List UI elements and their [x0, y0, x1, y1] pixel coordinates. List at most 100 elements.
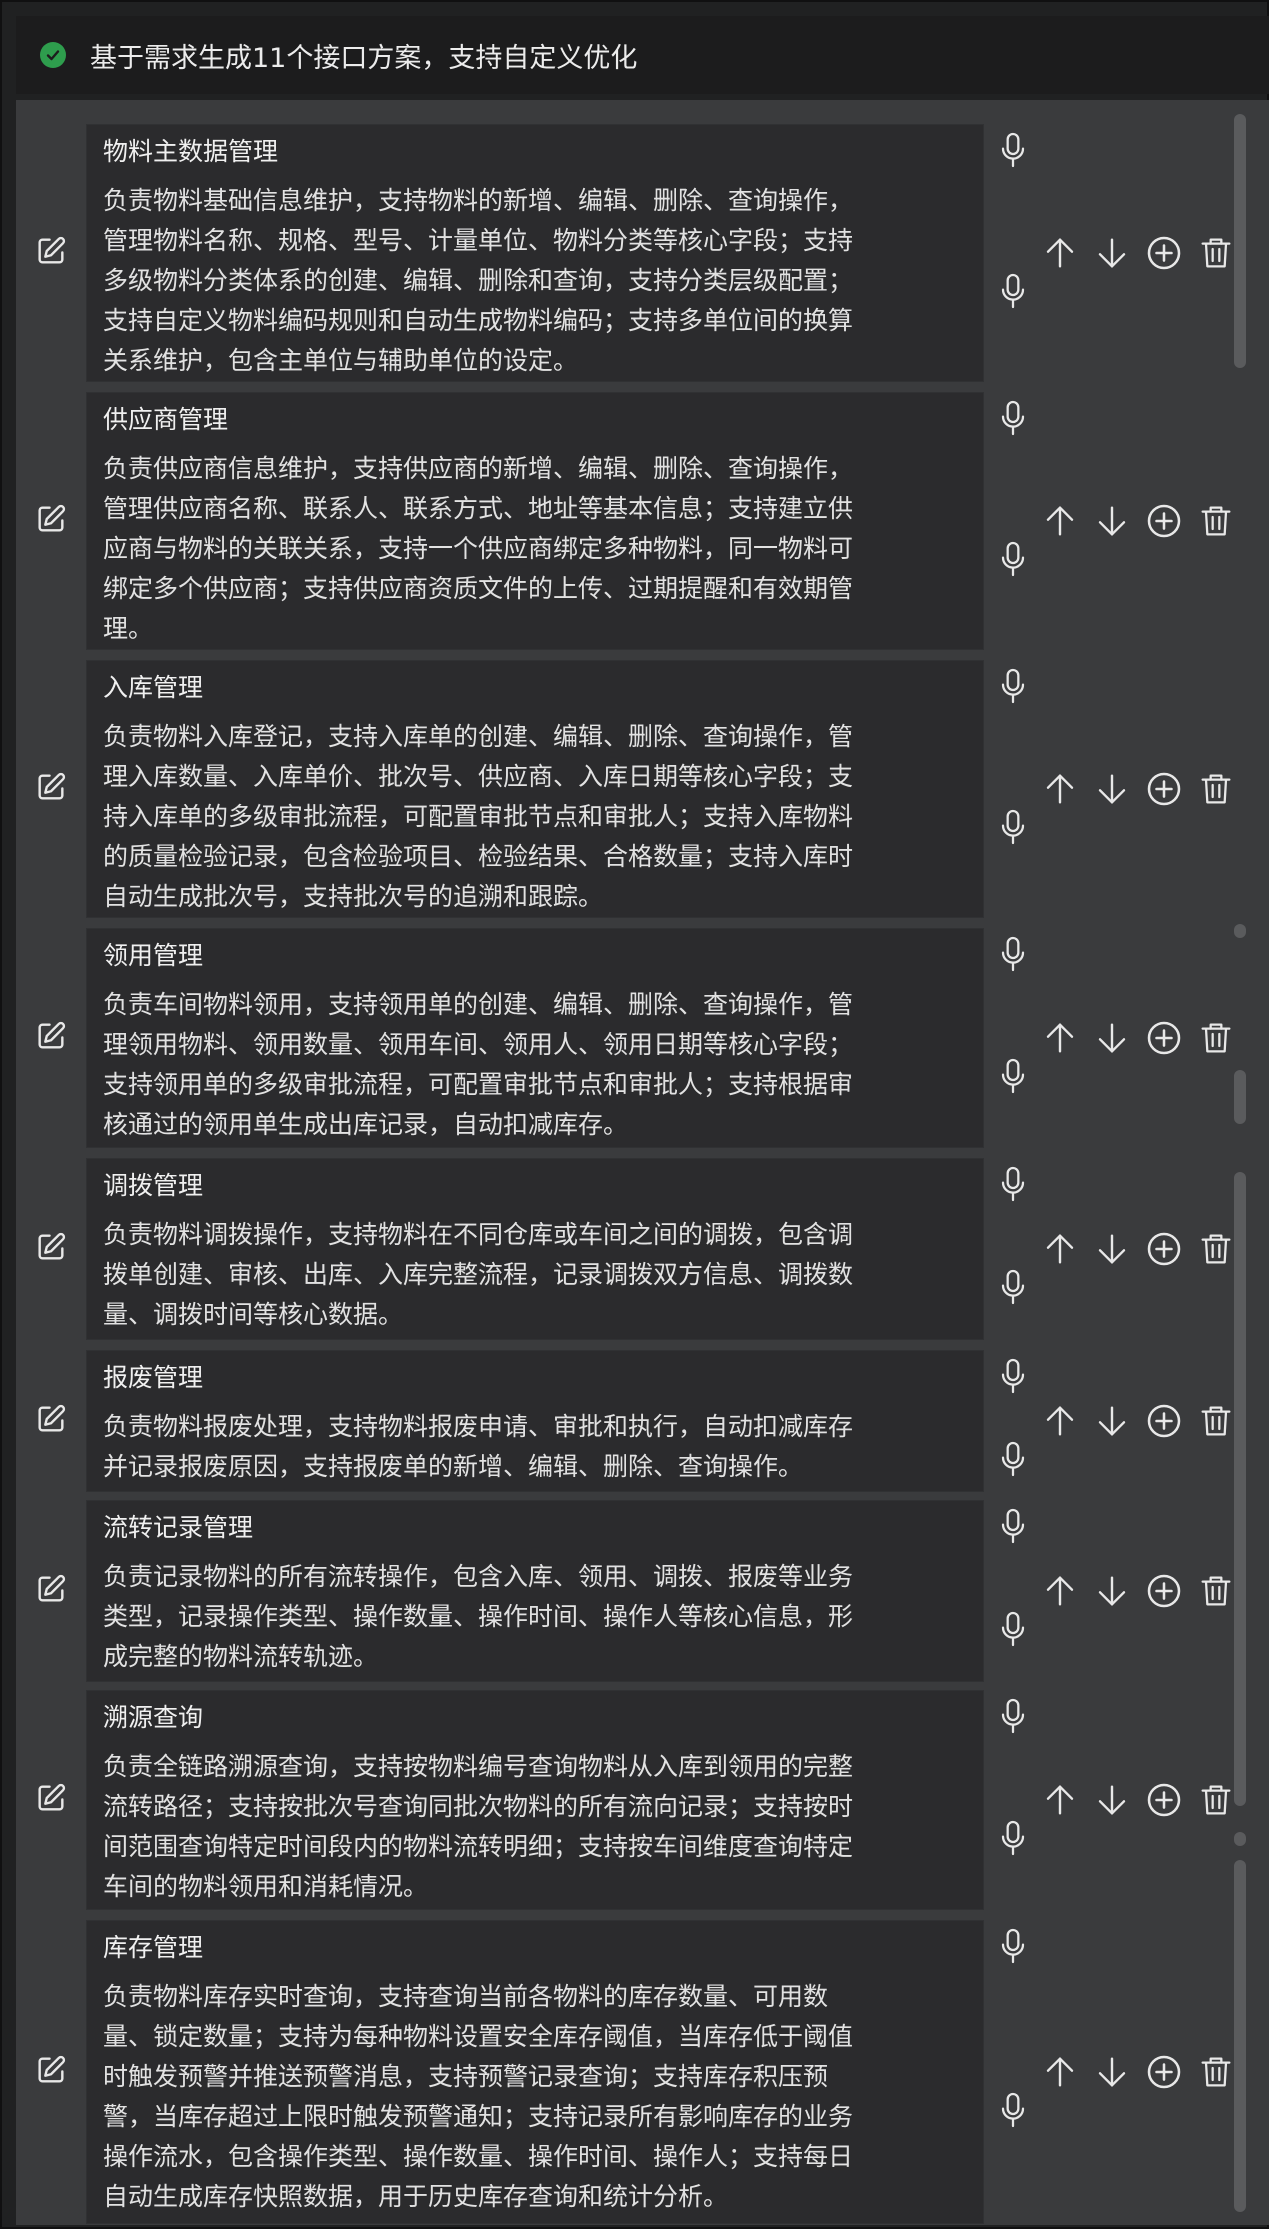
plus-circle-icon[interactable] [1144, 1018, 1184, 1058]
arrow-down-icon[interactable] [1092, 1229, 1132, 1269]
edit-icon[interactable] [34, 234, 68, 268]
card-description-line: 应商与物料的关联关系，支持一个供应商绑定多种物料，同一物料可 [103, 534, 854, 563]
card-description-line: 理领用物料、领用数量、领用车间、领用人、领用日期等核心字段； [103, 1030, 854, 1059]
card-content[interactable]: 流转记录管理负责记录物料的所有流转操作，包含入库、领用、调拨、报废等业务 类型，记… [86, 1500, 984, 1682]
microphone-icon[interactable] [997, 1609, 1029, 1649]
arrow-down-icon[interactable] [1092, 1780, 1132, 1820]
card-content[interactable]: 库存管理负责物料库存实时查询，支持查询当前各物料的库存数量、可用数 量、锁定数量；… [86, 1920, 984, 2224]
microphone-icon[interactable] [997, 398, 1029, 438]
card-description: 负责物料报废处理，支持物料报废申请、审批和执行，自动扣减库存 并记录报废原因，支持… [103, 1407, 967, 1487]
microphone-icon[interactable] [997, 130, 1029, 170]
plus-circle-icon[interactable] [1144, 233, 1184, 273]
card-description-line: 拨单创建、审核、出库、入库完整流程，记录调拨双方信息、调拨数 [103, 1260, 854, 1289]
microphone-icon[interactable] [997, 1818, 1029, 1858]
arrow-down-icon[interactable] [1092, 769, 1132, 809]
plus-circle-icon[interactable] [1144, 1571, 1184, 1611]
scrollbar-thumb[interactable] [1234, 1172, 1246, 1806]
card-title: 入库管理 [103, 673, 204, 702]
card-actions [1040, 1780, 1248, 1820]
scrollbar-thumb[interactable] [1234, 1860, 1246, 2212]
card-title: 报废管理 [103, 1363, 204, 1392]
interface-card: 供应商管理 负责供应商信息维护，支持供应商的新增、编辑、删除、查询操作， 管理供应商… [16, 392, 1269, 650]
card-actions [1040, 501, 1248, 541]
microphone-icon[interactable] [997, 934, 1029, 974]
plus-circle-icon[interactable] [1144, 769, 1184, 809]
arrow-down-icon[interactable] [1092, 1401, 1132, 1441]
card-description: 负责记录物料的所有流转操作，包含入库、领用、调拨、报废等业务 类型，记录操作类型、… [103, 1557, 967, 1677]
scrollbar-thumb[interactable] [1234, 924, 1246, 938]
card-description-line: 并记录报废原因，支持报废单的新增、编辑、删除、查询操作。 [103, 1452, 804, 1481]
microphone-icon[interactable] [997, 2090, 1029, 2130]
arrow-down-icon[interactable] [1092, 233, 1132, 273]
plus-circle-icon[interactable] [1144, 2052, 1184, 2092]
plus-circle-icon[interactable] [1144, 1780, 1184, 1820]
card-content[interactable]: 物料主数据管理 负责物料基础信息维护，支持物料的新增、编辑、删除、查询操作， 管理物… [86, 124, 984, 382]
card-description-line: 自动生成库存快照数据，用于历史库存查询和统计分析。 [103, 2182, 729, 2211]
card-content[interactable]: 溯源查询 负责全链路溯源查询，支持按物料编号查询物料从入库到领用的完整 流转路径；支… [86, 1690, 984, 1910]
edit-icon[interactable] [34, 1230, 68, 1264]
card-description-line: 持入库单的多级审批流程，可配置审批节点和审批人；支持入库物料 [103, 802, 854, 831]
card-description-line: 负责物料调拨操作，支持物料在不同仓库或车间之间的调拨，包含调 [103, 1220, 854, 1249]
card-description-line: 理。 [103, 614, 154, 643]
arrow-up-icon[interactable] [1040, 233, 1080, 273]
microphone-icon[interactable] [997, 807, 1029, 847]
microphone-icon[interactable] [997, 1056, 1029, 1096]
card-description-line: 理入库数量、入库单价、批次号、供应商、入库日期等核心字段；支 [103, 762, 854, 791]
card-description-line: 负责供应商信息维护，支持供应商的新增、编辑、删除、查询操作， [103, 454, 854, 483]
card-description-line: 负责物料报废处理，支持物料报废申请、审批和执行，自动扣减库存 [103, 1412, 854, 1441]
microphone-icon[interactable] [997, 539, 1029, 579]
edit-icon[interactable] [34, 1781, 68, 1815]
card-description-line: 多级物料分类体系的创建、编辑、删除和查询，支持分类层级配置； [103, 266, 854, 295]
card-actions [1040, 1401, 1248, 1441]
plus-circle-icon[interactable] [1144, 501, 1184, 541]
plus-circle-icon[interactable] [1144, 1401, 1184, 1441]
arrow-up-icon[interactable] [1040, 1571, 1080, 1611]
card-description-line: 量、调拨时间等核心数据。 [103, 1300, 404, 1329]
card-description: 负责物料库存实时查询，支持查询当前各物料的库存数量、可用数 量、锁定数量；支持为每… [103, 1977, 967, 2217]
microphone-icon[interactable] [997, 1696, 1029, 1736]
card-content[interactable]: 领用管理 负责车间物料领用，支持领用单的创建、编辑、删除、查询操作，管 理领用物料、… [86, 928, 984, 1148]
edit-icon[interactable] [34, 502, 68, 536]
card-description: 负责物料调拨操作，支持物料在不同仓库或车间之间的调拨，包含调 拨单创建、审核、出库… [103, 1215, 967, 1335]
card-content[interactable]: 报废管理负责物料报废处理，支持物料报废申请、审批和执行，自动扣减库存 并记录报废原… [86, 1350, 984, 1492]
arrow-up-icon[interactable] [1040, 1229, 1080, 1269]
scrollbar-thumb[interactable] [1234, 1070, 1246, 1124]
scrollbar-thumb[interactable] [1234, 114, 1246, 368]
card-content[interactable]: 供应商管理 负责供应商信息维护，支持供应商的新增、编辑、删除、查询操作， 管理供应商… [86, 392, 984, 650]
arrow-down-icon[interactable] [1092, 2052, 1132, 2092]
arrow-down-icon[interactable] [1092, 1018, 1132, 1058]
scrollbar[interactable] [1230, 114, 1250, 2214]
arrow-up-icon[interactable] [1040, 501, 1080, 541]
microphone-icon[interactable] [997, 1439, 1029, 1479]
card-description-line: 管理供应商名称、联系人、联系方式、地址等基本信息；支持建立供 [103, 494, 854, 523]
card-description-line: 支持自定义物料编码规则和自动生成物料编码；支持多单位间的换算 [103, 306, 854, 335]
arrow-up-icon[interactable] [1040, 1401, 1080, 1441]
microphone-icon[interactable] [997, 666, 1029, 706]
card-description-line: 流转路径；支持按批次号查询同批次物料的所有流向记录；支持按时 [103, 1792, 854, 1821]
arrow-up-icon[interactable] [1040, 2052, 1080, 2092]
card-description-line: 负责物料基础信息维护，支持物料的新增、编辑、删除、查询操作， [103, 186, 854, 215]
card-content[interactable]: 调拨管理 负责物料调拨操作，支持物料在不同仓库或车间之间的调拨，包含调 拨单创建、审… [86, 1158, 984, 1340]
arrow-up-icon[interactable] [1040, 1780, 1080, 1820]
card-description: 负责物料入库登记，支持入库单的创建、编辑、删除、查询操作，管 理入库数量、入库单价… [103, 717, 967, 917]
microphone-icon[interactable] [997, 1926, 1029, 1966]
arrow-down-icon[interactable] [1092, 501, 1132, 541]
microphone-icon[interactable] [997, 1267, 1029, 1307]
scrollbar-thumb[interactable] [1234, 1832, 1246, 1846]
plus-circle-icon[interactable] [1144, 1229, 1184, 1269]
arrow-up-icon[interactable] [1040, 1018, 1080, 1058]
microphone-icon[interactable] [997, 1356, 1029, 1396]
card-content[interactable]: 入库管理负责物料入库登记，支持入库单的创建、编辑、删除、查询操作，管 理入库数量、… [86, 660, 984, 918]
card-title: 库存管理 [103, 1933, 204, 1962]
edit-icon[interactable] [34, 1572, 68, 1606]
edit-icon[interactable] [34, 1402, 68, 1436]
edit-icon[interactable] [34, 2053, 68, 2087]
edit-icon[interactable] [34, 1019, 68, 1053]
arrow-down-icon[interactable] [1092, 1571, 1132, 1611]
arrow-up-icon[interactable] [1040, 769, 1080, 809]
edit-icon[interactable] [34, 770, 68, 804]
card-title: 流转记录管理 [103, 1513, 254, 1542]
microphone-icon[interactable] [997, 1506, 1029, 1546]
microphone-icon[interactable] [997, 1164, 1029, 1204]
microphone-icon[interactable] [997, 271, 1029, 311]
